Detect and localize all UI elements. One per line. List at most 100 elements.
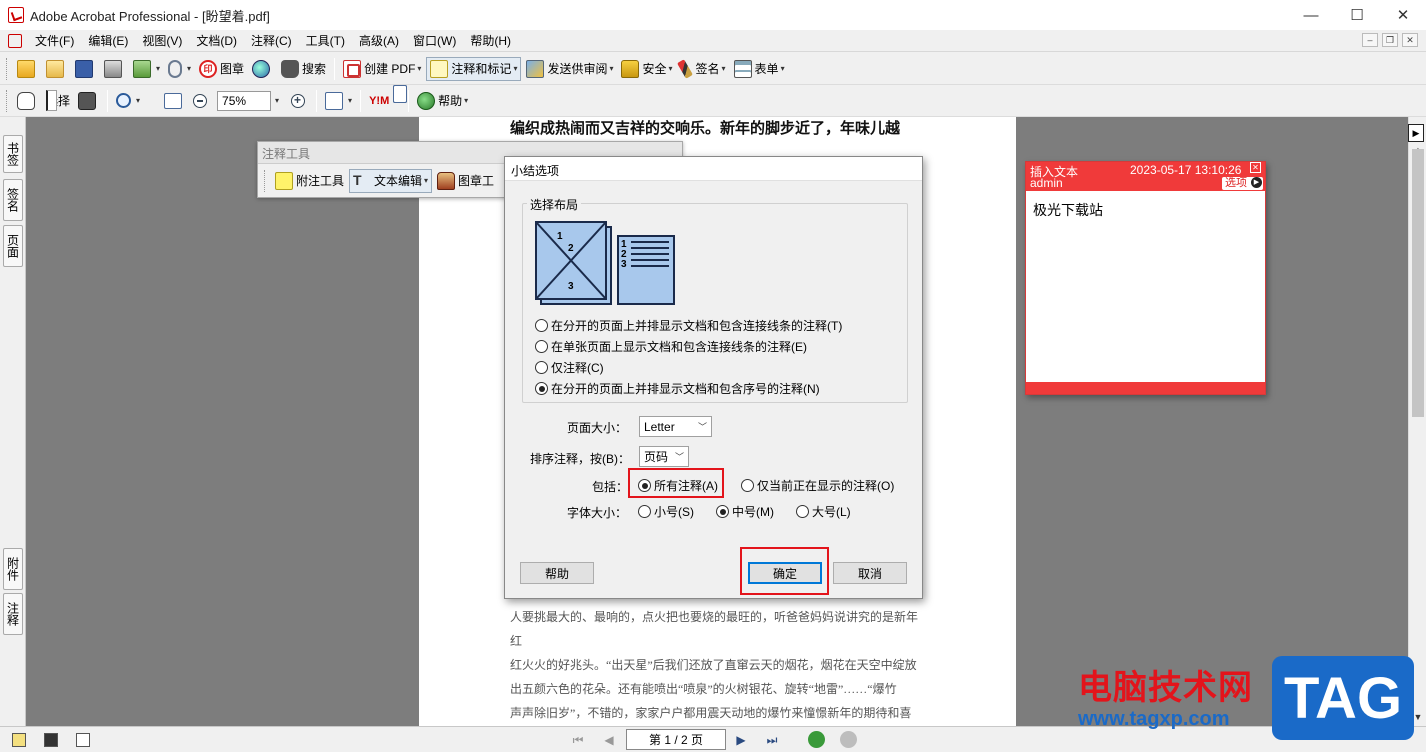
close-button[interactable]: ✕: [1380, 0, 1426, 30]
page-layout-icon[interactable]: [12, 732, 26, 747]
split-view-button[interactable]: ▶: [1408, 124, 1424, 142]
maximize-button[interactable]: ☐: [1334, 0, 1380, 30]
note-header[interactable]: 插入文本 2023-05-17 13:10:26 ✕ admin 选项: [1026, 162, 1265, 191]
save-button[interactable]: [72, 57, 99, 81]
menu-edit[interactable]: 编辑(E): [81, 32, 135, 49]
fit-width-button[interactable]: [161, 89, 188, 113]
include-visible-option[interactable]: 仅当前正在显示的注释(O): [741, 477, 894, 494]
note-options-button[interactable]: 选项: [1222, 177, 1263, 190]
minimize-button[interactable]: —: [1288, 0, 1334, 30]
tab-pages[interactable]: 页面: [3, 225, 23, 267]
layout-option-separate-lines[interactable]: 在分开的页面上并排显示文档和包含连接线条的注释(T): [535, 317, 842, 334]
forms-button[interactable]: 表单 ▾: [731, 57, 788, 81]
cancel-button[interactable]: 取消: [833, 562, 907, 584]
layout-option-single-page[interactable]: 在单张页面上显示文档和包含连接线条的注释(E): [535, 338, 807, 355]
font-small-option[interactable]: 小号(S): [638, 503, 694, 520]
chevron-down-icon: ▾: [417, 64, 422, 73]
radio-button[interactable]: [638, 505, 651, 518]
menu-window[interactable]: 窗口(W): [406, 32, 463, 49]
chevron-down-icon: ▾: [780, 64, 785, 73]
page-size-select[interactable]: Letter ﹀: [639, 416, 712, 437]
hand-tool-button[interactable]: [14, 89, 41, 113]
radio-button[interactable]: [716, 505, 729, 518]
menu-view[interactable]: 视图(V): [135, 32, 189, 49]
send-review-button[interactable]: 发送供审阅 ▾: [523, 57, 616, 81]
vertical-scrollbar[interactable]: ▲ ▼: [1408, 117, 1426, 726]
scrollbar-thumb[interactable]: [1412, 149, 1424, 417]
radio-button[interactable]: [535, 319, 548, 332]
pages-button[interactable]: ▾: [130, 57, 163, 81]
layout-option-separate-numbers[interactable]: 在分开的页面上并排显示文档和包含序号的注释(N): [535, 380, 820, 397]
menu-document[interactable]: 文档(D): [189, 32, 244, 49]
help-button[interactable]: 帮助: [520, 562, 594, 584]
rotate-button[interactable]: ▾: [322, 89, 355, 113]
select-tool-button[interactable]: 选择: [43, 89, 73, 113]
radio-button[interactable]: [535, 340, 548, 353]
note-body-text[interactable]: 极光下载站: [1033, 200, 1103, 220]
menu-advanced[interactable]: 高级(A): [352, 32, 406, 49]
zoom-in-button[interactable]: [288, 89, 311, 113]
single-page-icon[interactable]: [76, 732, 90, 747]
help-button[interactable]: 帮助 ▾: [414, 89, 471, 113]
zoom-tool-button[interactable]: ▾: [113, 89, 143, 113]
snapshot-button[interactable]: [75, 89, 102, 113]
attach-button[interactable]: ▾: [165, 57, 194, 81]
tab-bookmarks[interactable]: 书签: [3, 135, 23, 173]
open-button[interactable]: [14, 57, 41, 81]
first-page-icon[interactable]: ⏮: [570, 732, 586, 748]
radio-button[interactable]: [741, 479, 754, 492]
go-back-icon[interactable]: [808, 731, 825, 748]
zoom-out-button[interactable]: [190, 89, 213, 113]
close-icon[interactable]: ✕: [1250, 162, 1261, 173]
previous-page-icon[interactable]: ◀: [601, 732, 617, 748]
radio-button[interactable]: [535, 382, 548, 395]
toolbar-grip[interactable]: [6, 57, 9, 80]
comment-popup-note[interactable]: 插入文本 2023-05-17 13:10:26 ✕ admin 选项 极光下载…: [1025, 161, 1266, 395]
dialog-title[interactable]: 小结选项: [505, 157, 922, 181]
fit-page-button[interactable]: [153, 85, 407, 113]
search-button[interactable]: 搜索: [278, 57, 329, 81]
toolbar-grip[interactable]: [264, 169, 267, 192]
organizer-button[interactable]: [43, 57, 70, 81]
radio-button[interactable]: [796, 505, 809, 518]
doc-close-button[interactable]: ✕: [1402, 33, 1418, 47]
paperclip-icon: [168, 59, 183, 78]
next-page-icon[interactable]: ▶: [733, 732, 749, 748]
radio-button[interactable]: [535, 361, 548, 374]
layout-option-comments-only[interactable]: 仅注释(C): [535, 359, 604, 376]
text-edit-tool-button[interactable]: T 文本编辑 ▾: [349, 168, 433, 193]
print-button[interactable]: [101, 57, 128, 81]
page-number-input[interactable]: 第 1 / 2 页: [626, 729, 726, 750]
font-medium-option[interactable]: 中号(M): [716, 503, 774, 520]
include-visible-label: 仅当前正在显示的注释(O): [757, 479, 895, 493]
tab-signatures[interactable]: 签名: [3, 179, 23, 221]
font-large-option[interactable]: 大号(L): [796, 503, 851, 520]
sort-by-select[interactable]: 页码 ﹀: [639, 446, 689, 467]
stamp-button[interactable]: 印图章: [196, 57, 247, 81]
last-page-icon[interactable]: ⏭: [764, 732, 780, 748]
tab-comments[interactable]: 注释: [3, 593, 23, 635]
menu-file[interactable]: 文件(F): [28, 32, 81, 49]
toolbar-grip[interactable]: [6, 89, 9, 112]
monitor-icon[interactable]: [44, 732, 58, 747]
printer-icon: [104, 59, 122, 78]
zoom-level-input[interactable]: 75%: [217, 90, 272, 111]
menu-tools[interactable]: 工具(T): [299, 32, 352, 49]
create-pdf-button[interactable]: 创建 PDF ▾: [340, 57, 424, 81]
tab-attachments[interactable]: 附件: [3, 548, 23, 590]
menu-help[interactable]: 帮助(H): [463, 32, 518, 49]
doc-minimize-button[interactable]: –: [1362, 33, 1378, 47]
comment-markup-button[interactable]: 注释和标记 ▾: [426, 56, 522, 81]
menu-comments[interactable]: 注释(C): [244, 32, 299, 49]
web-button[interactable]: [249, 57, 276, 81]
note-resize-bar[interactable]: [1026, 382, 1265, 394]
go-forward-icon[interactable]: [840, 731, 857, 748]
stamp-tool-button[interactable]: 图章工: [434, 169, 497, 193]
document-icon[interactable]: [8, 33, 22, 48]
actual-size-button[interactable]: [145, 85, 407, 113]
sticky-note-tool-button[interactable]: 附注工具: [272, 169, 347, 193]
security-button[interactable]: 安全 ▾: [618, 57, 675, 81]
doc-restore-button[interactable]: ❐: [1382, 33, 1398, 47]
zoom-dropdown-icon[interactable]: ▾: [275, 96, 279, 105]
sign-button[interactable]: 签名 ▾: [676, 57, 729, 81]
